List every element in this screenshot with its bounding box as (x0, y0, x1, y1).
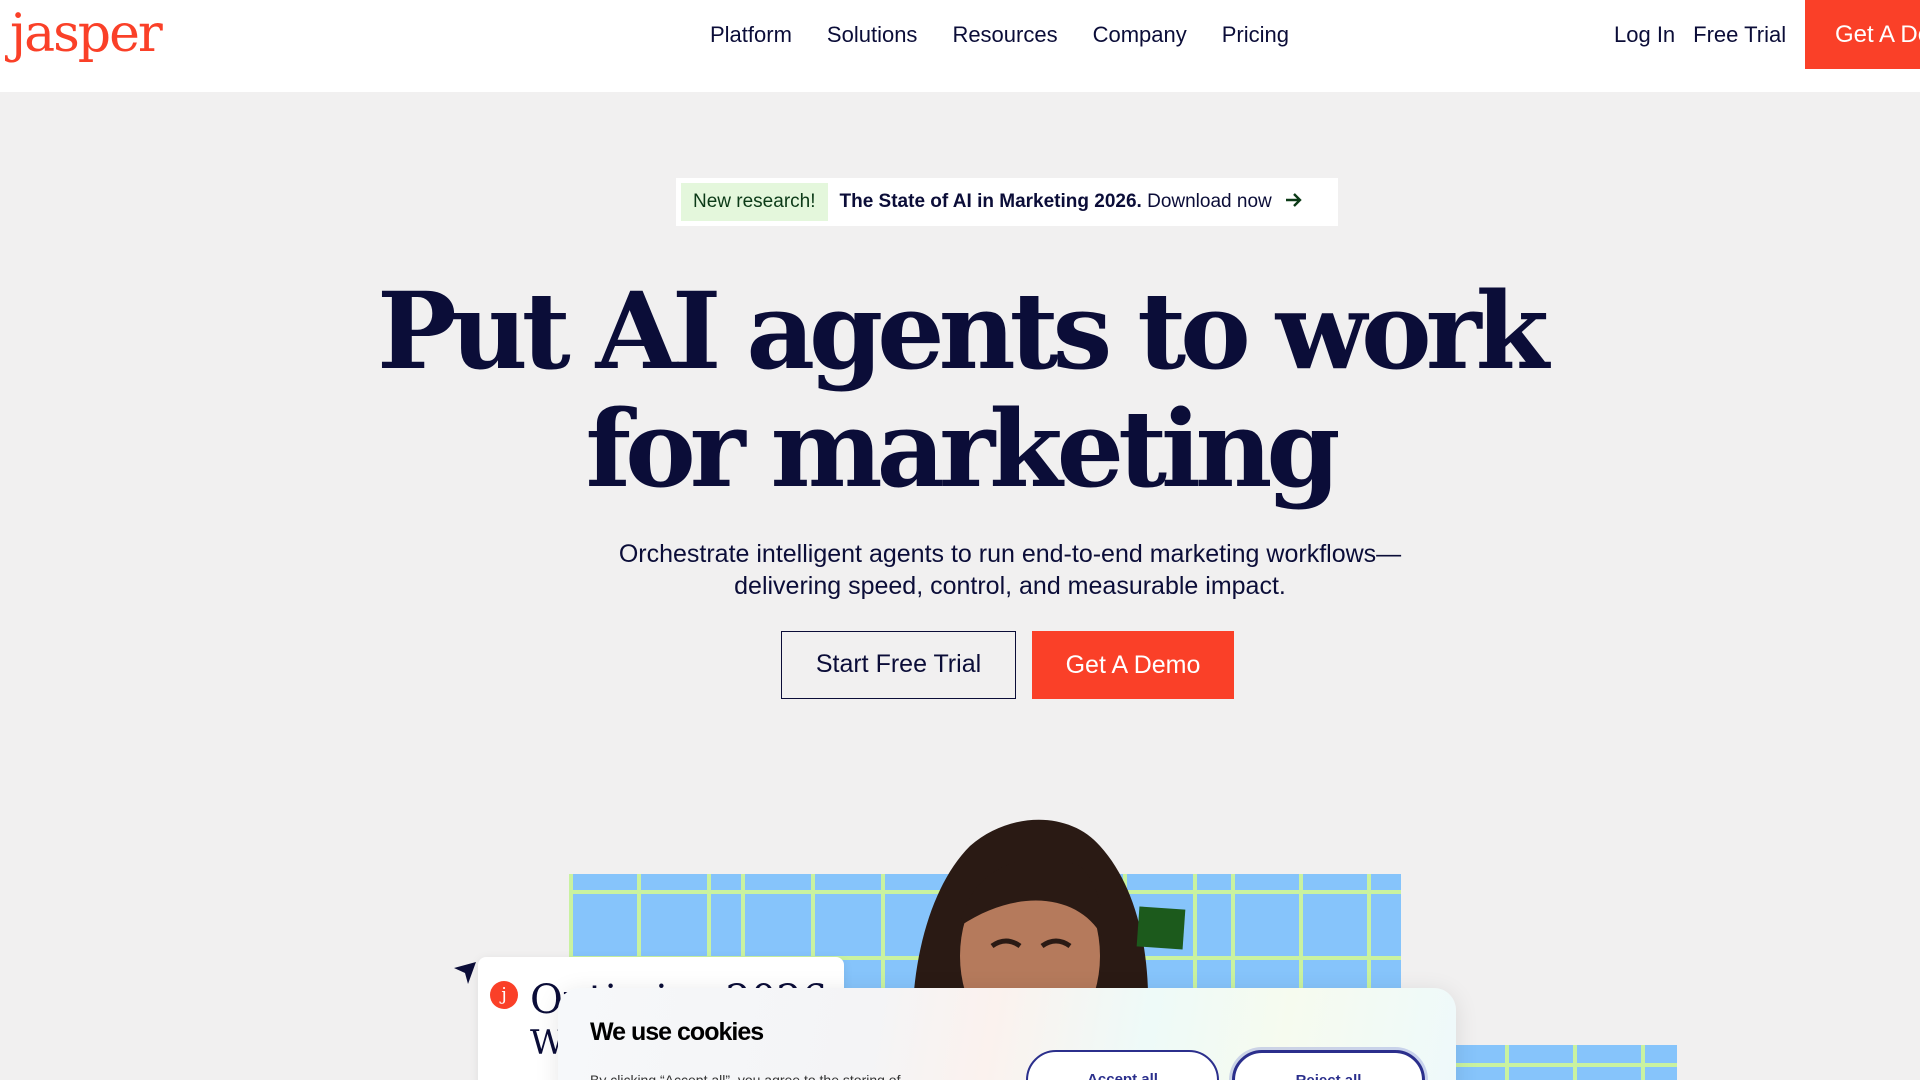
get-demo-button[interactable]: Get A Demo (1032, 631, 1234, 699)
cookie-title: We use cookies (590, 1018, 764, 1046)
banner-link[interactable]: Download now (1147, 191, 1272, 212)
nav-account-links: Log In Free Trial (1614, 20, 1786, 50)
grid-background-graphic-2 (1455, 1045, 1677, 1080)
arrow-right-icon[interactable] (1284, 190, 1304, 214)
nav-pricing[interactable]: Pricing (1222, 20, 1289, 50)
main-nav-links: Platform Solutions Resources Company Pri… (710, 20, 1289, 50)
subtext-line-2: delivering speed, control, and measurabl… (734, 572, 1286, 600)
research-banner[interactable]: New research! The State of AI in Marketi… (676, 178, 1338, 226)
jasper-j-icon: j (490, 981, 518, 1009)
banner-text: The State of AI in Marketing 2026. Downl… (840, 191, 1272, 213)
reject-all-cookies-button[interactable]: Reject all (1232, 1050, 1425, 1080)
top-navigation: jasper Platform Solutions Resources Comp… (0, 0, 1920, 92)
nav-resources[interactable]: Resources (952, 20, 1057, 50)
nav-company[interactable]: Company (1093, 20, 1187, 50)
banner-title: The State of AI in Marketing 2026. (839, 191, 1142, 212)
hero-headline: Put AI agents to work for marketing (0, 272, 1920, 508)
free-trial-link[interactable]: Free Trial (1693, 20, 1786, 50)
login-link[interactable]: Log In (1614, 20, 1675, 50)
nav-solutions[interactable]: Solutions (827, 20, 918, 50)
get-demo-nav-button[interactable]: Get A Demo (1805, 0, 1920, 69)
headline-line-1: Put AI agents to work (376, 268, 1549, 393)
jasper-logo[interactable]: jasper (10, 4, 163, 64)
green-tag-shape (1136, 906, 1186, 950)
nav-platform[interactable]: Platform (710, 20, 792, 50)
subtext-line-1: Orchestrate intelligent agents to run en… (618, 540, 1402, 568)
hero-subtext: Orchestrate intelligent agents to run en… (560, 538, 1460, 602)
start-free-trial-button[interactable]: Start Free Trial (781, 631, 1016, 699)
accept-all-cookies-button[interactable]: Accept all (1026, 1050, 1219, 1080)
cookie-consent-banner: We use cookies By clicking “Accept all”,… (558, 988, 1456, 1080)
cursor-arrow-icon (454, 962, 476, 984)
cookie-description: By clicking “Accept all”, you agree to t… (590, 1072, 901, 1080)
new-research-badge: New research! (681, 183, 828, 221)
headline-line-2: for marketing (585, 386, 1340, 511)
